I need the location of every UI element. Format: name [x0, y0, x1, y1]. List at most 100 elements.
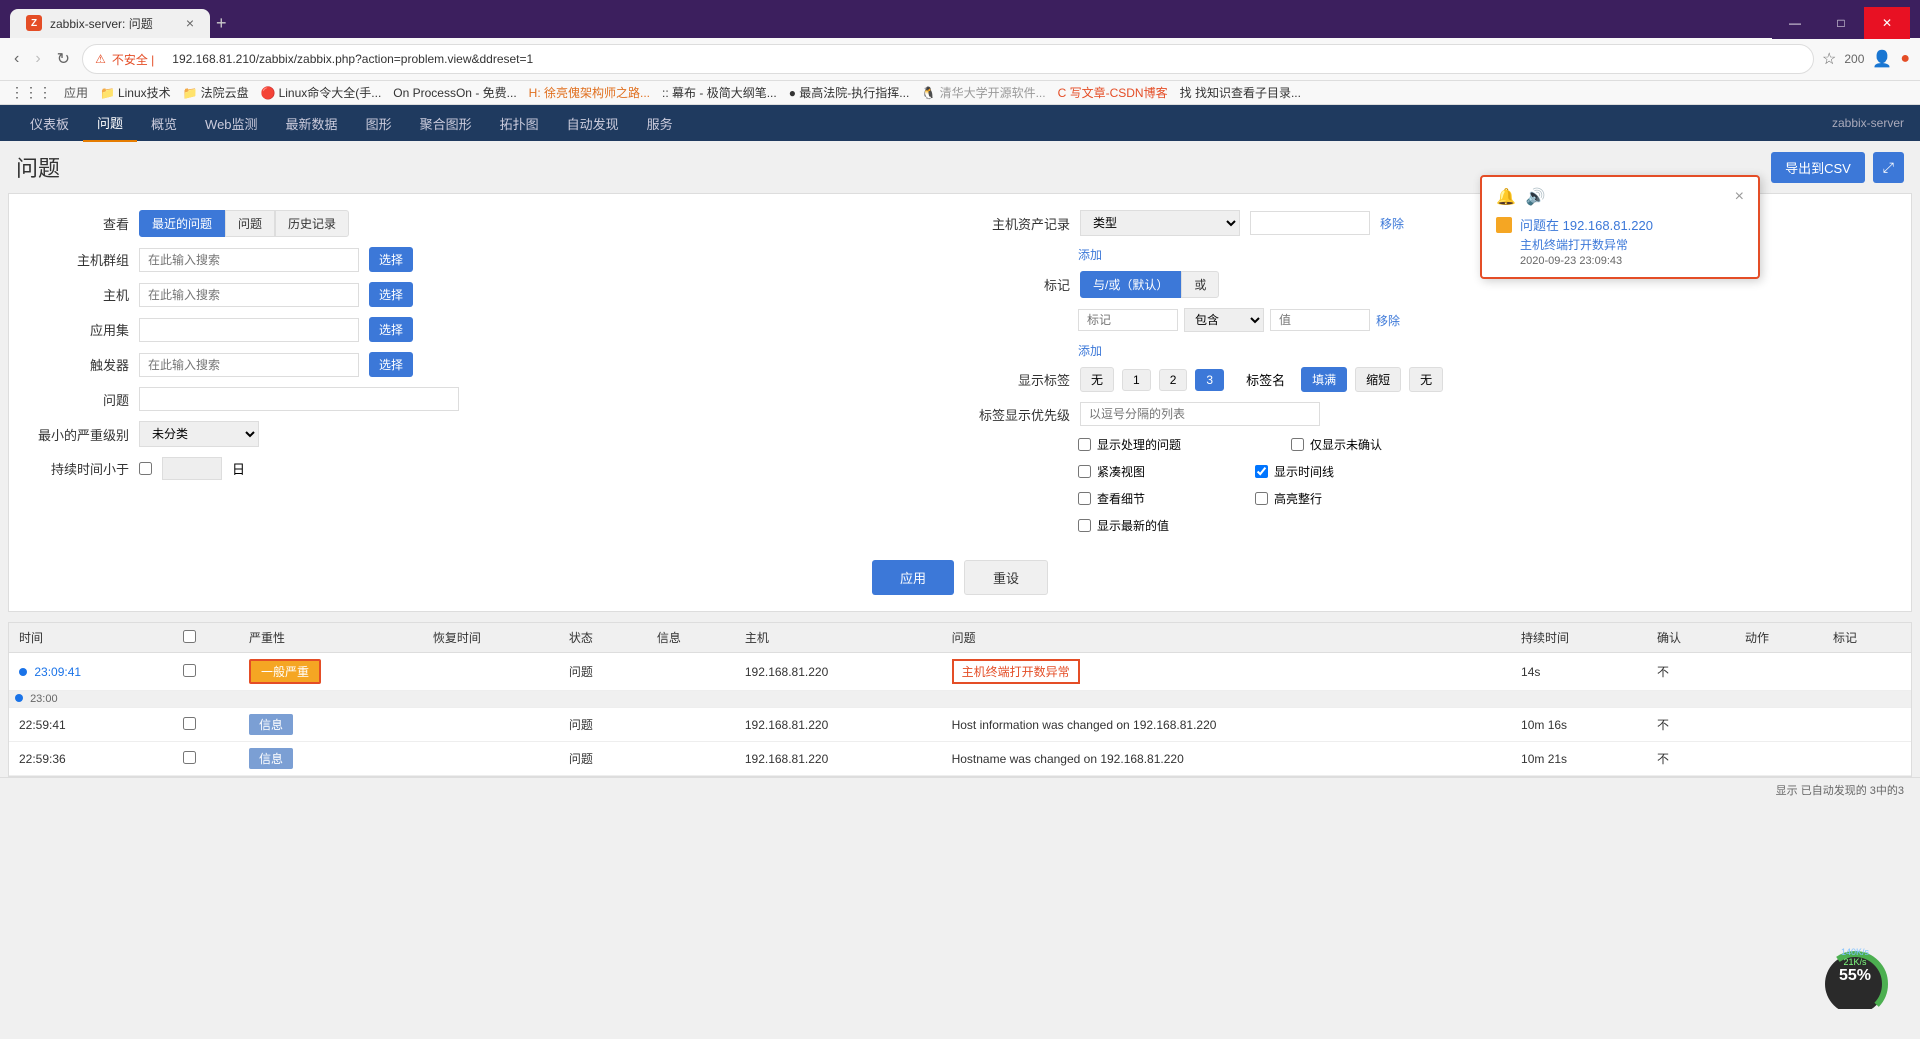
tab-problems[interactable]: 问题 [225, 210, 275, 237]
nav-overview[interactable]: 概览 [137, 106, 191, 141]
host-group-select-button[interactable]: 选择 [369, 247, 413, 272]
select-all-checkbox[interactable] [183, 630, 196, 643]
host-group-input[interactable] [139, 248, 359, 272]
show-latest-checkbox[interactable] [1078, 519, 1091, 532]
row-host[interactable]: 192.168.81.220 [735, 708, 942, 742]
apply-button[interactable]: 应用 [872, 560, 954, 595]
bookmark-csdn[interactable]: C 写文章-CSDN博客 [1058, 84, 1168, 101]
tag-none-btn[interactable]: 无 [1409, 367, 1443, 392]
browser-tab[interactable]: Z zabbix-server: 问题 × [10, 9, 210, 38]
row-host[interactable]: 192.168.81.220 [735, 653, 942, 691]
bookmark-cloud[interactable]: 📁 法院云盘 [183, 84, 249, 101]
reset-button[interactable]: 重设 [964, 560, 1048, 595]
bookmark-court[interactable]: ● 最高法院-执行指挥... [789, 84, 910, 101]
highlight-checkbox[interactable] [1255, 492, 1268, 505]
tag-condition-select[interactable]: 包含 等于 [1184, 308, 1264, 332]
duration-input[interactable]: 14 [162, 457, 222, 480]
tag-value-input[interactable] [1270, 309, 1370, 331]
display-tag-1[interactable]: 1 [1122, 369, 1151, 391]
notification-subtitle[interactable]: 主机终端打开数异常 [1520, 236, 1653, 253]
close-tab-icon[interactable]: × [186, 15, 194, 31]
row-checkbox[interactable] [173, 708, 239, 742]
maximize-button[interactable]: □ [1818, 7, 1864, 39]
bell-icon[interactable]: 🔔 [1496, 187, 1516, 207]
nav-problems[interactable]: 问题 [83, 105, 137, 142]
row-problem[interactable]: Hostname was changed on 192.168.81.220 [942, 742, 1511, 776]
bookmark-icon[interactable]: ☆ [1822, 49, 1836, 69]
apps-icon[interactable]: ⋮⋮⋮ [10, 84, 52, 101]
tag-name-input[interactable] [1078, 309, 1178, 331]
tab-recent[interactable]: 最近的问题 [139, 210, 225, 237]
host-select-button[interactable]: 选择 [369, 282, 413, 307]
tag-remove-link[interactable]: 移除 [1376, 312, 1400, 329]
app-label: 应用集 [29, 320, 129, 339]
tag-or-btn[interactable]: 或 [1181, 271, 1219, 298]
app-input[interactable] [139, 318, 359, 342]
bookmark-xu[interactable]: H: 徐亮傀架构师之路... [529, 84, 650, 101]
display-tag-3[interactable]: 3 [1195, 369, 1224, 391]
nav-services[interactable]: 服务 [633, 106, 687, 141]
speaker-icon[interactable]: 🔊 [1526, 187, 1546, 207]
back-button[interactable]: ‹ [10, 46, 23, 72]
bookmark-mubu[interactable]: :: 幕布 - 极简大纲笔... [662, 84, 777, 101]
nav-graphs[interactable]: 图形 [352, 106, 406, 141]
host-inventory-select[interactable]: 类型 [1080, 210, 1240, 236]
host-inventory-input[interactable] [1250, 211, 1370, 235]
notification-close-button[interactable]: × [1735, 188, 1744, 206]
show-unack-checkbox[interactable] [1291, 438, 1304, 451]
bookmark-linux[interactable]: 📁 Linux技术 [100, 84, 171, 101]
tag-full-btn[interactable]: 填满 [1301, 367, 1347, 392]
nav-topology[interactable]: 拓扑图 [486, 106, 553, 141]
profile-icon[interactable]: 👤 [1872, 49, 1892, 69]
trigger-input[interactable] [139, 353, 359, 377]
expand-button[interactable]: ⤢ [1873, 152, 1904, 183]
tab-history[interactable]: 历史记录 [275, 210, 349, 237]
row-checkbox[interactable] [173, 653, 239, 691]
notification-title[interactable]: 问题在 192.168.81.220 [1520, 215, 1653, 234]
tag-short-btn[interactable]: 缩短 [1355, 367, 1401, 392]
export-csv-button[interactable]: 导出到CSV [1771, 152, 1865, 183]
min-severity-select[interactable]: 未分类 [139, 421, 259, 447]
address-input[interactable] [160, 48, 1801, 70]
bookmark-tsinghua[interactable]: 🐧 清华大学开源软件... [921, 84, 1045, 101]
compact-checkbox[interactable] [1078, 465, 1091, 478]
row-problem[interactable]: Host information was changed on 192.168.… [942, 708, 1511, 742]
new-tab-button[interactable]: + [216, 13, 227, 34]
host-inventory-remove[interactable]: 移除 [1380, 215, 1404, 232]
trigger-label: 触发器 [29, 355, 129, 374]
row-problem[interactable]: 主机终端打开数异常 [942, 653, 1511, 691]
tag-and-btn[interactable]: 与/或（默认） [1080, 271, 1181, 298]
nav-dashboard[interactable]: 仪表板 [16, 106, 83, 141]
bookmark-knowledge[interactable]: 找 找知识查看子目录... [1180, 84, 1301, 101]
detail-checkbox[interactable] [1078, 492, 1091, 505]
forward-button[interactable]: › [31, 46, 44, 72]
nav-latest[interactable]: 最新数据 [272, 106, 352, 141]
close-button[interactable]: ✕ [1864, 7, 1910, 39]
bookmark-linux-cmd[interactable]: 🔴 Linux命令大全(手... [261, 84, 382, 101]
row-checkbox[interactable] [173, 742, 239, 776]
add-inventory-link[interactable]: 添加 [1078, 248, 1102, 262]
row-host[interactable]: 192.168.81.220 [735, 742, 942, 776]
reload-button[interactable]: ↻ [53, 45, 74, 73]
add-tag-link[interactable]: 添加 [1078, 344, 1102, 358]
row-action [1735, 742, 1823, 776]
trigger-select-button[interactable]: 选择 [369, 352, 413, 377]
show-timeline-checkbox[interactable] [1255, 465, 1268, 478]
display-tag-none[interactable]: 无 [1080, 367, 1114, 392]
extension-icon[interactable]: ● [1900, 50, 1910, 68]
minimize-button[interactable]: — [1772, 7, 1818, 39]
bookmark-processon[interactable]: On ProcessOn - 免费... [393, 84, 516, 101]
nav-discovery[interactable]: 自动发现 [553, 106, 633, 141]
problem-input[interactable] [139, 387, 459, 411]
display-tag-2[interactable]: 2 [1159, 369, 1188, 391]
highlight-label: 高亮整行 [1274, 490, 1322, 507]
app-select-button[interactable]: 选择 [369, 317, 413, 342]
col-duration: 持续时间 [1511, 623, 1647, 653]
priority-input[interactable] [1080, 402, 1320, 426]
host-input[interactable] [139, 283, 359, 307]
nav-screens[interactable]: 聚合图形 [406, 106, 486, 141]
duration-checkbox[interactable] [139, 462, 152, 475]
compact-label: 紧凑视图 [1097, 463, 1145, 480]
nav-web[interactable]: Web监测 [191, 106, 272, 141]
show-suppress-checkbox[interactable] [1078, 438, 1091, 451]
